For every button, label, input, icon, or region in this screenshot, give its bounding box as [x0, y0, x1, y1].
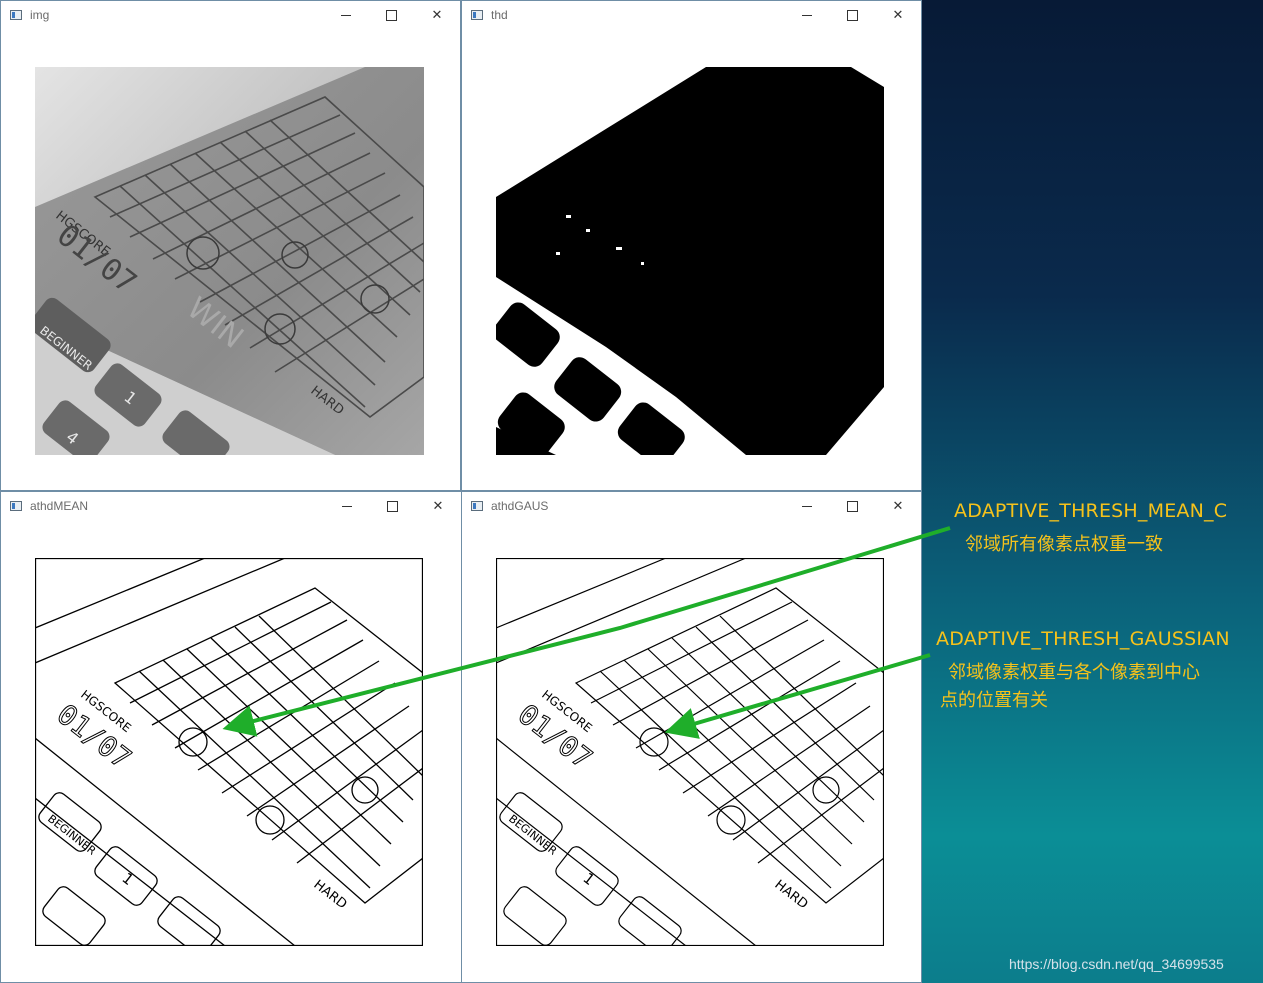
maximize-button[interactable]	[381, 497, 403, 517]
minimize-button[interactable]	[335, 6, 357, 26]
window-title: thd	[491, 8, 508, 22]
close-icon: ✕	[892, 499, 904, 514]
close-icon: ✕	[892, 8, 904, 23]
minimize-button[interactable]	[796, 6, 818, 26]
close-icon: ✕	[432, 499, 444, 514]
titlebar[interactable]: thd ✕	[462, 1, 921, 31]
binary-threshold-image	[496, 67, 884, 455]
annotation-gaussian-desc-line1: 邻域像素权重与各个像素到中心	[948, 662, 1200, 683]
app-icon	[10, 10, 22, 20]
adaptive-gaussian-image: HGSCORE 01/07 BEGINNER 1 HARD	[496, 558, 884, 946]
desktop-background	[921, 0, 1263, 983]
annotation-gaussian-desc-line2: 点的位置有关	[940, 690, 1048, 711]
window-title: athdMEAN	[30, 499, 89, 513]
window-athd-mean: athdMEAN ✕ HGSCORE 01/07 BEGINNER 1 HARD	[0, 491, 462, 983]
maximize-icon	[846, 501, 858, 512]
minimize-icon	[802, 15, 812, 16]
maximize-icon	[386, 501, 398, 512]
app-icon	[10, 501, 22, 511]
window-athd-gaus: athdGAUS ✕ HGSCORE 01/07 BEGINNER 1 HARD	[461, 491, 922, 983]
minimize-icon	[342, 506, 352, 507]
minimize-icon	[341, 15, 351, 16]
maximize-icon	[846, 10, 858, 21]
minimize-icon	[802, 506, 812, 507]
window-thd: thd ✕	[461, 0, 922, 491]
app-icon	[471, 10, 483, 20]
window-title: athdGAUS	[491, 499, 549, 513]
minimize-button[interactable]	[336, 497, 358, 517]
close-icon: ✕	[431, 8, 443, 23]
adaptive-mean-image: HGSCORE 01/07 BEGINNER 1 HARD	[35, 558, 423, 946]
close-button[interactable]: ✕	[427, 497, 449, 517]
grayscale-image: HGSCORE 01/07 BEGINNER 1 4 HARD WIN	[35, 67, 424, 455]
window-img: img ✕ HGSCORE 01/07 BEGINNER 1 4 HARD WI…	[0, 0, 461, 491]
maximize-button[interactable]	[841, 497, 863, 517]
annotation-mean-desc: 邻域所有像素点权重一致	[965, 534, 1163, 555]
titlebar[interactable]: athdGAUS ✕	[462, 492, 921, 522]
window-title: img	[30, 8, 50, 22]
watermark: https://blog.csdn.net/qq_34699535	[1009, 956, 1224, 972]
annotation-gaussian-title: ADAPTIVE_THRESH_GAUSSIAN	[936, 628, 1230, 650]
titlebar[interactable]: athdMEAN ✕	[1, 492, 461, 522]
close-button[interactable]: ✕	[426, 6, 448, 26]
app-icon	[471, 501, 483, 511]
minimize-button[interactable]	[796, 497, 818, 517]
close-button[interactable]: ✕	[887, 6, 909, 26]
annotation-mean-title: ADAPTIVE_THRESH_MEAN_C	[954, 500, 1228, 522]
maximize-icon	[385, 10, 397, 21]
maximize-button[interactable]	[380, 6, 402, 26]
close-button[interactable]: ✕	[887, 497, 909, 517]
maximize-button[interactable]	[841, 6, 863, 26]
titlebar[interactable]: img ✕	[1, 1, 460, 31]
